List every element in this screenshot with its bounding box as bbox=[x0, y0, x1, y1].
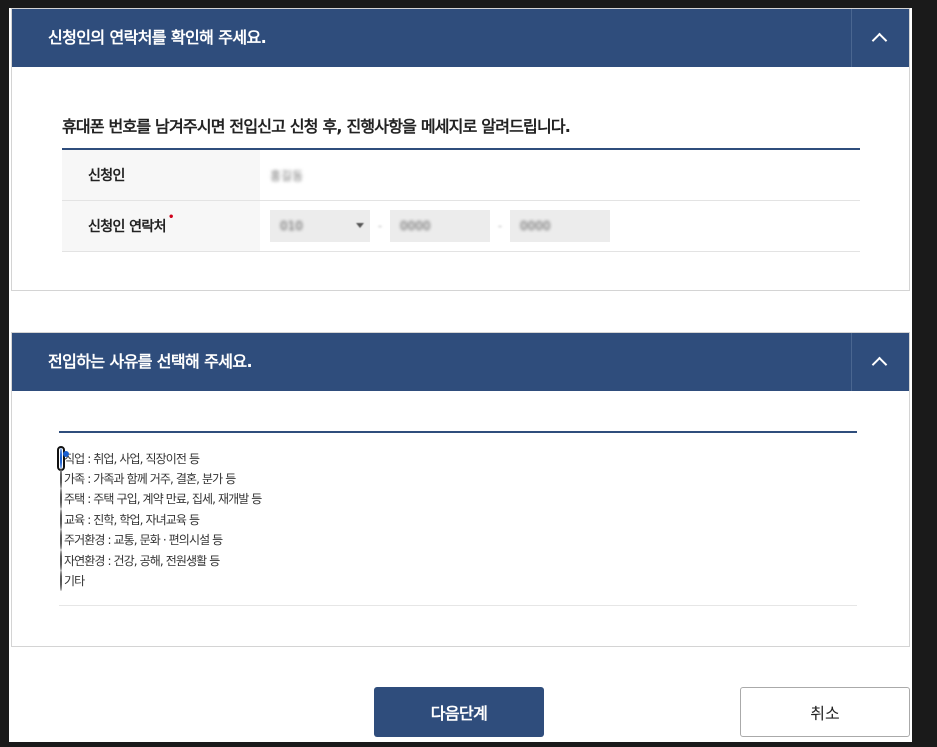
chevron-up-icon bbox=[871, 32, 888, 49]
reason-section-header: 전입하는 사유를 선택해 주세요. bbox=[12, 333, 909, 391]
reason-option-label[interactable]: 교육 : 진학, 학업, 자녀교육 등 bbox=[64, 511, 200, 528]
reason-radio-wrap bbox=[59, 529, 63, 551]
reason-radio[interactable] bbox=[60, 570, 62, 592]
contact-table: 신청인 홍길동 신청인 연락처 • 010 - 0000 - 0000 bbox=[62, 148, 860, 252]
applicant-name: 홍길동 bbox=[270, 168, 304, 183]
phone-middle-input[interactable]: 0000 bbox=[390, 210, 490, 242]
reason-option[interactable]: 직업 : 취업, 사업, 직장이전 등 bbox=[57, 445, 261, 471]
reason-radio[interactable] bbox=[60, 488, 62, 510]
reason-option-label[interactable]: 가족 : 가족과 함께 거주, 결혼, 분가 등 bbox=[64, 470, 236, 487]
phone-prefix-select[interactable]: 010 bbox=[270, 210, 370, 242]
applicant-label: 신청인 bbox=[62, 150, 260, 200]
reason-radio-wrap bbox=[59, 488, 63, 510]
phone-middle-value: 0000 bbox=[400, 219, 431, 233]
reason-option-label[interactable]: 자연환경 : 건강, 공해, 전원생활 등 bbox=[64, 552, 220, 569]
reason-radio[interactable] bbox=[60, 529, 62, 551]
phone-separator: - bbox=[497, 219, 503, 233]
reason-section-toggle-button[interactable] bbox=[851, 333, 909, 391]
reason-top-rule bbox=[59, 431, 857, 433]
phone-last-input[interactable]: 0000 bbox=[510, 210, 610, 242]
contact-section-title: 신청인의 연락처를 확인해 주세요. bbox=[48, 28, 267, 47]
applicant-cell: 홍길동 bbox=[260, 150, 860, 200]
reason-option-label[interactable]: 주거환경 : 교통, 문화 · 편의시설 등 bbox=[64, 531, 223, 548]
applicant-row: 신청인 홍길동 bbox=[62, 150, 860, 201]
dropdown-arrow-icon bbox=[356, 223, 364, 228]
cancel-button[interactable]: 취소 bbox=[740, 687, 910, 737]
reason-radio-wrap bbox=[59, 508, 63, 530]
reason-option-label[interactable]: 직업 : 취업, 사업, 직장이전 등 bbox=[64, 450, 200, 467]
next-step-button[interactable]: 다음단계 bbox=[374, 687, 544, 737]
phone-last-value: 0000 bbox=[520, 219, 551, 233]
phone-row: 신청인 연락처 • 010 - 0000 - 0000 bbox=[62, 201, 860, 252]
application-form: 신청인의 연락처를 확인해 주세요. 휴대폰 번호를 남겨주시면 전입신고 신청… bbox=[9, 8, 912, 742]
reason-radio[interactable] bbox=[60, 468, 62, 490]
reason-option[interactable]: 교육 : 진학, 학업, 자녀교육 등 bbox=[59, 508, 261, 530]
contact-section-toggle-button[interactable] bbox=[851, 9, 909, 67]
reason-option[interactable]: 기타 bbox=[59, 570, 261, 592]
reason-radio-wrap bbox=[59, 570, 63, 592]
reason-radio[interactable] bbox=[60, 549, 62, 571]
reason-section-title: 전입하는 사유를 선택해 주세요. bbox=[48, 352, 253, 371]
phone-label-cell: 신청인 연락처 • bbox=[62, 201, 260, 251]
required-mark: • bbox=[167, 211, 174, 223]
reason-radio-wrap bbox=[57, 445, 65, 471]
reason-bottom-rule bbox=[59, 605, 857, 606]
reason-option-label[interactable]: 주택 : 주택 구입, 계약 만료, 집세, 재개발 등 bbox=[64, 490, 262, 507]
reason-options: 직업 : 취업, 사업, 직장이전 등가족 : 가족과 함께 거주, 결혼, 분… bbox=[57, 445, 262, 592]
reason-option[interactable]: 가족 : 가족과 함께 거주, 결혼, 분가 등 bbox=[59, 468, 261, 490]
reason-radio[interactable] bbox=[60, 508, 62, 530]
phone-cell: 010 - 0000 - 0000 bbox=[260, 201, 860, 251]
phone-label: 신청인 연락처 bbox=[88, 219, 167, 235]
reason-option[interactable]: 주거환경 : 교통, 문화 · 편의시설 등 bbox=[59, 529, 261, 551]
phone-separator: - bbox=[377, 219, 383, 233]
contact-section: 신청인의 연락처를 확인해 주세요. 휴대폰 번호를 남겨주시면 전입신고 신청… bbox=[11, 8, 910, 291]
reason-option[interactable]: 자연환경 : 건강, 공해, 전원생활 등 bbox=[59, 549, 261, 571]
contact-section-header: 신청인의 연락처를 확인해 주세요. bbox=[12, 9, 909, 67]
reason-radio[interactable] bbox=[60, 447, 62, 469]
phone-prefix-value: 010 bbox=[280, 219, 303, 233]
contact-intro-text: 휴대폰 번호를 남겨주시면 전입신고 신청 후, 진행사항을 메세지로 알려드립… bbox=[62, 117, 571, 136]
reason-option[interactable]: 주택 : 주택 구입, 계약 만료, 집세, 재개발 등 bbox=[59, 488, 262, 510]
reason-option-label[interactable]: 기타 bbox=[64, 572, 85, 589]
reason-radio-wrap bbox=[59, 549, 63, 571]
reason-radio-wrap bbox=[59, 468, 63, 490]
chevron-up-icon bbox=[871, 356, 888, 373]
